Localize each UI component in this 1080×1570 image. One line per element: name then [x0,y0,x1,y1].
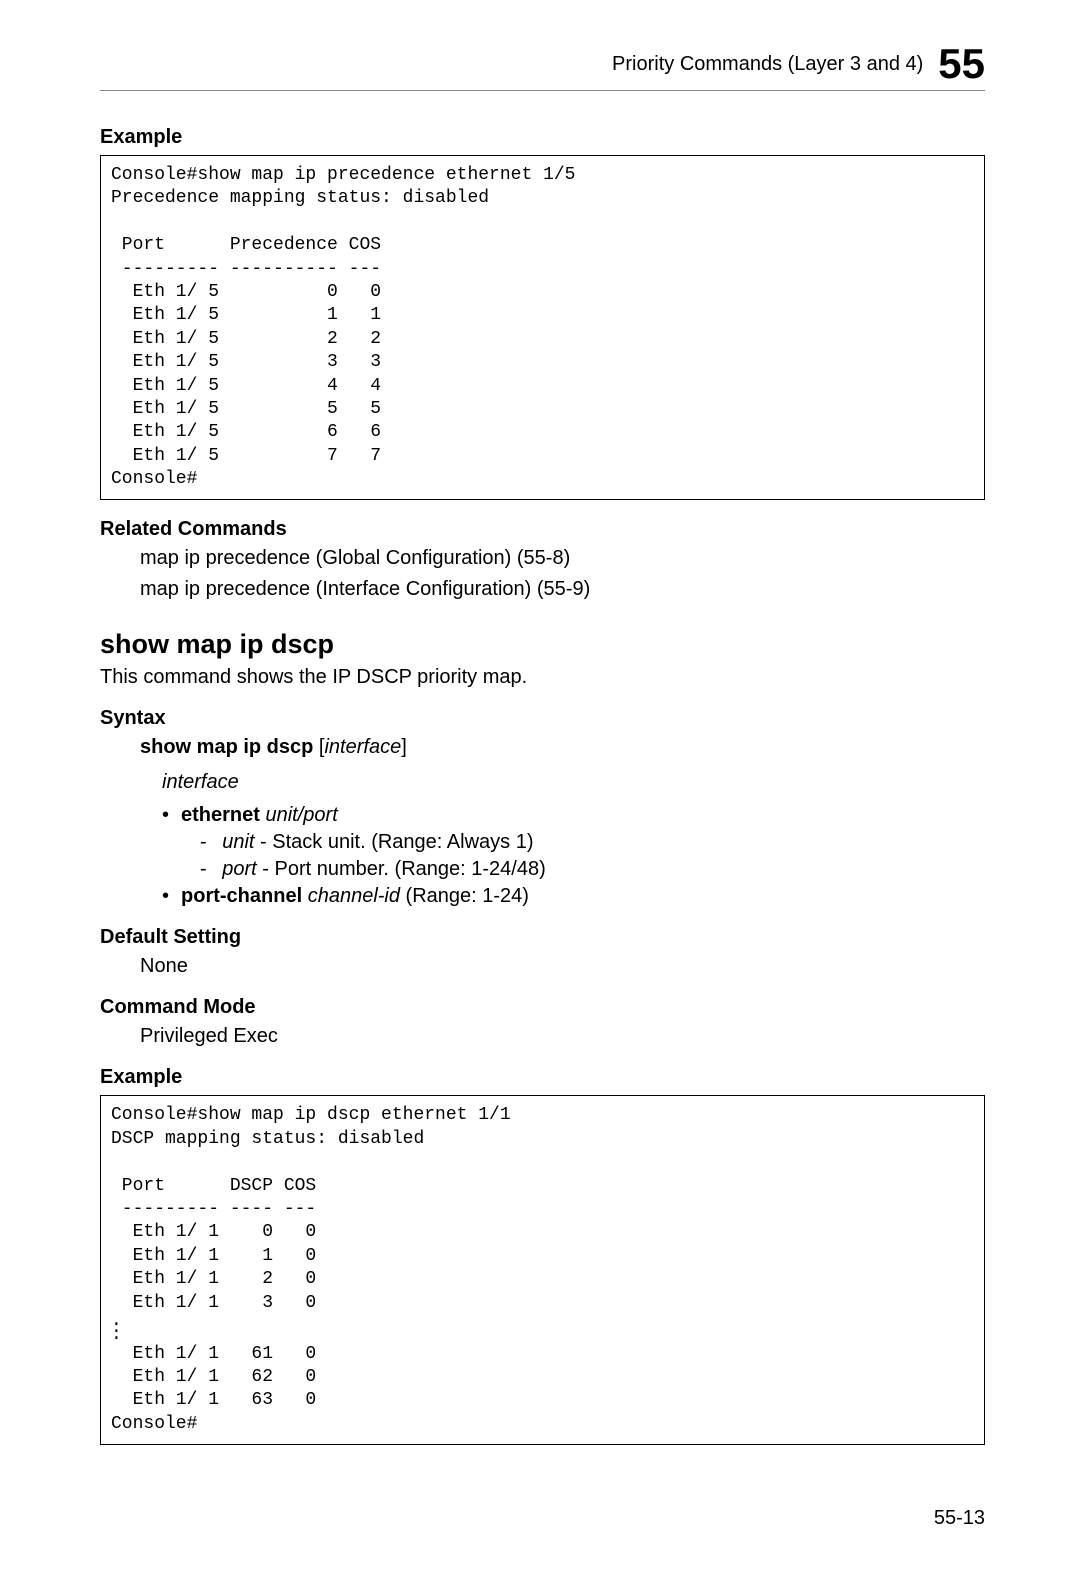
chapter-number: 55 [938,40,985,88]
related-command-1: map ip precedence (Global Configuration)… [140,547,985,570]
portchannel-italic: channel-id [308,885,400,907]
syntax-command-italic: interface [324,736,401,758]
bullet-dot-icon: • [162,885,169,908]
bullet-ethernet: • ethernet unit/port [162,804,985,827]
default-setting-value: None [140,955,985,978]
syntax-heading: Syntax [100,707,985,730]
command-mode-heading: Command Mode [100,996,985,1019]
port-label: port [222,858,256,880]
port-desc: - Port number. (Range: 1-24/48) [257,858,546,880]
sub-port: - port - Port number. (Range: 1-24/48) [200,858,985,881]
portchannel-rest: (Range: 1-24) [400,885,529,907]
syntax-param-interface: interface [162,771,985,794]
page-header: Priority Commands (Layer 3 and 4) 55 [100,40,985,91]
related-commands-heading: Related Commands [100,518,985,541]
example1-heading: Example [100,126,985,149]
example2-code-bottom: Eth 1/ 1 61 0 Eth 1/ 1 62 0 Eth 1/ 1 63 … [111,1344,316,1434]
vertical-ellipsis-icon: . . . [111,1318,974,1340]
example2-heading: Example [100,1066,985,1089]
unit-label: unit [222,831,254,853]
bullet-portchannel: • port-channel channel-id (Range: 1-24) [162,885,985,908]
example2-code: Console#show map ip dscp ethernet 1/1 DS… [100,1095,985,1445]
header-title: Priority Commands (Layer 3 and 4) [612,53,923,76]
example2-code-top: Console#show map ip dscp ethernet 1/1 DS… [111,1105,511,1312]
ethernet-italic: unit/port [265,804,337,826]
portchannel-bold: port-channel [181,885,302,907]
default-setting-heading: Default Setting [100,926,985,949]
unit-desc: - Stack unit. (Range: Always 1) [254,831,533,853]
page-number: 55-13 [934,1507,985,1530]
example1-code: Console#show map ip precedence ethernet … [100,155,985,500]
bullet-dot-icon: • [162,804,169,827]
sub-unit: - unit - Stack unit. (Range: Always 1) [200,831,985,854]
command-name: show map ip dscp [100,629,985,660]
syntax-line: show map ip dscp [interface] [140,736,985,759]
syntax-command-bold: show map ip dscp [140,736,313,758]
related-command-2: map ip precedence (Interface Configurati… [140,578,985,601]
ethernet-bold: ethernet [181,804,260,826]
command-description: This command shows the IP DSCP priority … [100,666,985,689]
command-mode-value: Privileged Exec [140,1025,985,1048]
